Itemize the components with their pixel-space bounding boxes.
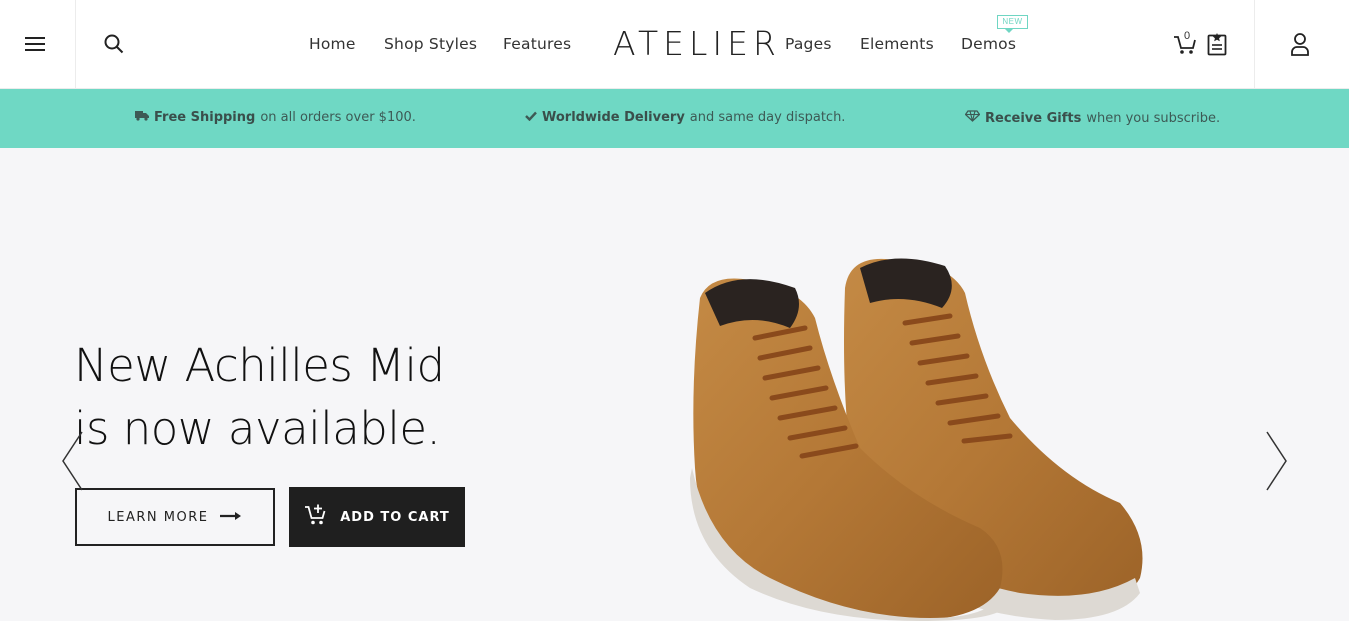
promo-text: and same day dispatch. [689, 110, 846, 125]
menu-icon[interactable] [20, 30, 50, 58]
hero-slider: New Achilles Mid is now available. LEARN… [0, 148, 1349, 621]
site-header: Home Shop Styles Features Pages Elements… [0, 0, 1349, 89]
check-icon [525, 110, 537, 125]
wishlist-icon[interactable] [1203, 30, 1231, 58]
learn-more-label: LEARN MORE [107, 509, 209, 525]
header-divider [75, 0, 76, 89]
truck-icon [135, 110, 149, 125]
headline-line-1: New Achilles Mid [74, 339, 445, 392]
cart-count: 0 [1184, 30, 1191, 42]
promo-receive-gifts: Receive Gifts when you subscribe. [964, 110, 1221, 126]
nav-features[interactable]: Features [503, 35, 571, 53]
learn-more-button[interactable]: LEARN MORE [75, 488, 275, 546]
promo-text: when you subscribe. [1086, 110, 1221, 126]
new-badge: NEW [997, 15, 1028, 33]
product-image [680, 248, 1160, 621]
search-icon[interactable] [100, 30, 128, 58]
promo-bold: Worldwide Delivery [542, 110, 685, 125]
arrow-right-icon [220, 510, 242, 525]
diamond-icon [964, 110, 981, 126]
headline-line-2: is now available. [74, 402, 441, 455]
add-to-cart-label: ADD TO CART [340, 509, 450, 525]
promo-bold: Receive Gifts [985, 110, 1082, 126]
site-logo[interactable]: ATELIER [613, 24, 781, 63]
nav-elements[interactable]: Elements [860, 35, 934, 53]
promo-text: on all orders over $100. [260, 110, 416, 125]
nav-demos[interactable]: Demos [961, 35, 1016, 53]
next-slide-arrow[interactable] [1265, 430, 1289, 497]
promo-free-shipping: Free Shipping on all orders over $100. [135, 110, 416, 125]
hero-headline: New Achilles Mid is now available. [74, 334, 445, 460]
header-divider [1254, 0, 1255, 89]
promo-bar: Free Shipping on all orders over $100. W… [0, 89, 1349, 148]
nav-home[interactable]: Home [309, 35, 356, 53]
prev-slide-arrow[interactable] [60, 430, 84, 497]
promo-worldwide-delivery: Worldwide Delivery and same day dispatch… [525, 110, 845, 125]
add-to-cart-button[interactable]: ADD TO CART [289, 487, 465, 547]
nav-pages[interactable]: Pages [785, 35, 832, 53]
add-cart-icon [304, 504, 328, 530]
nav-shop-styles[interactable]: Shop Styles [384, 35, 477, 53]
promo-bold: Free Shipping [154, 110, 256, 125]
user-icon[interactable] [1286, 30, 1314, 58]
